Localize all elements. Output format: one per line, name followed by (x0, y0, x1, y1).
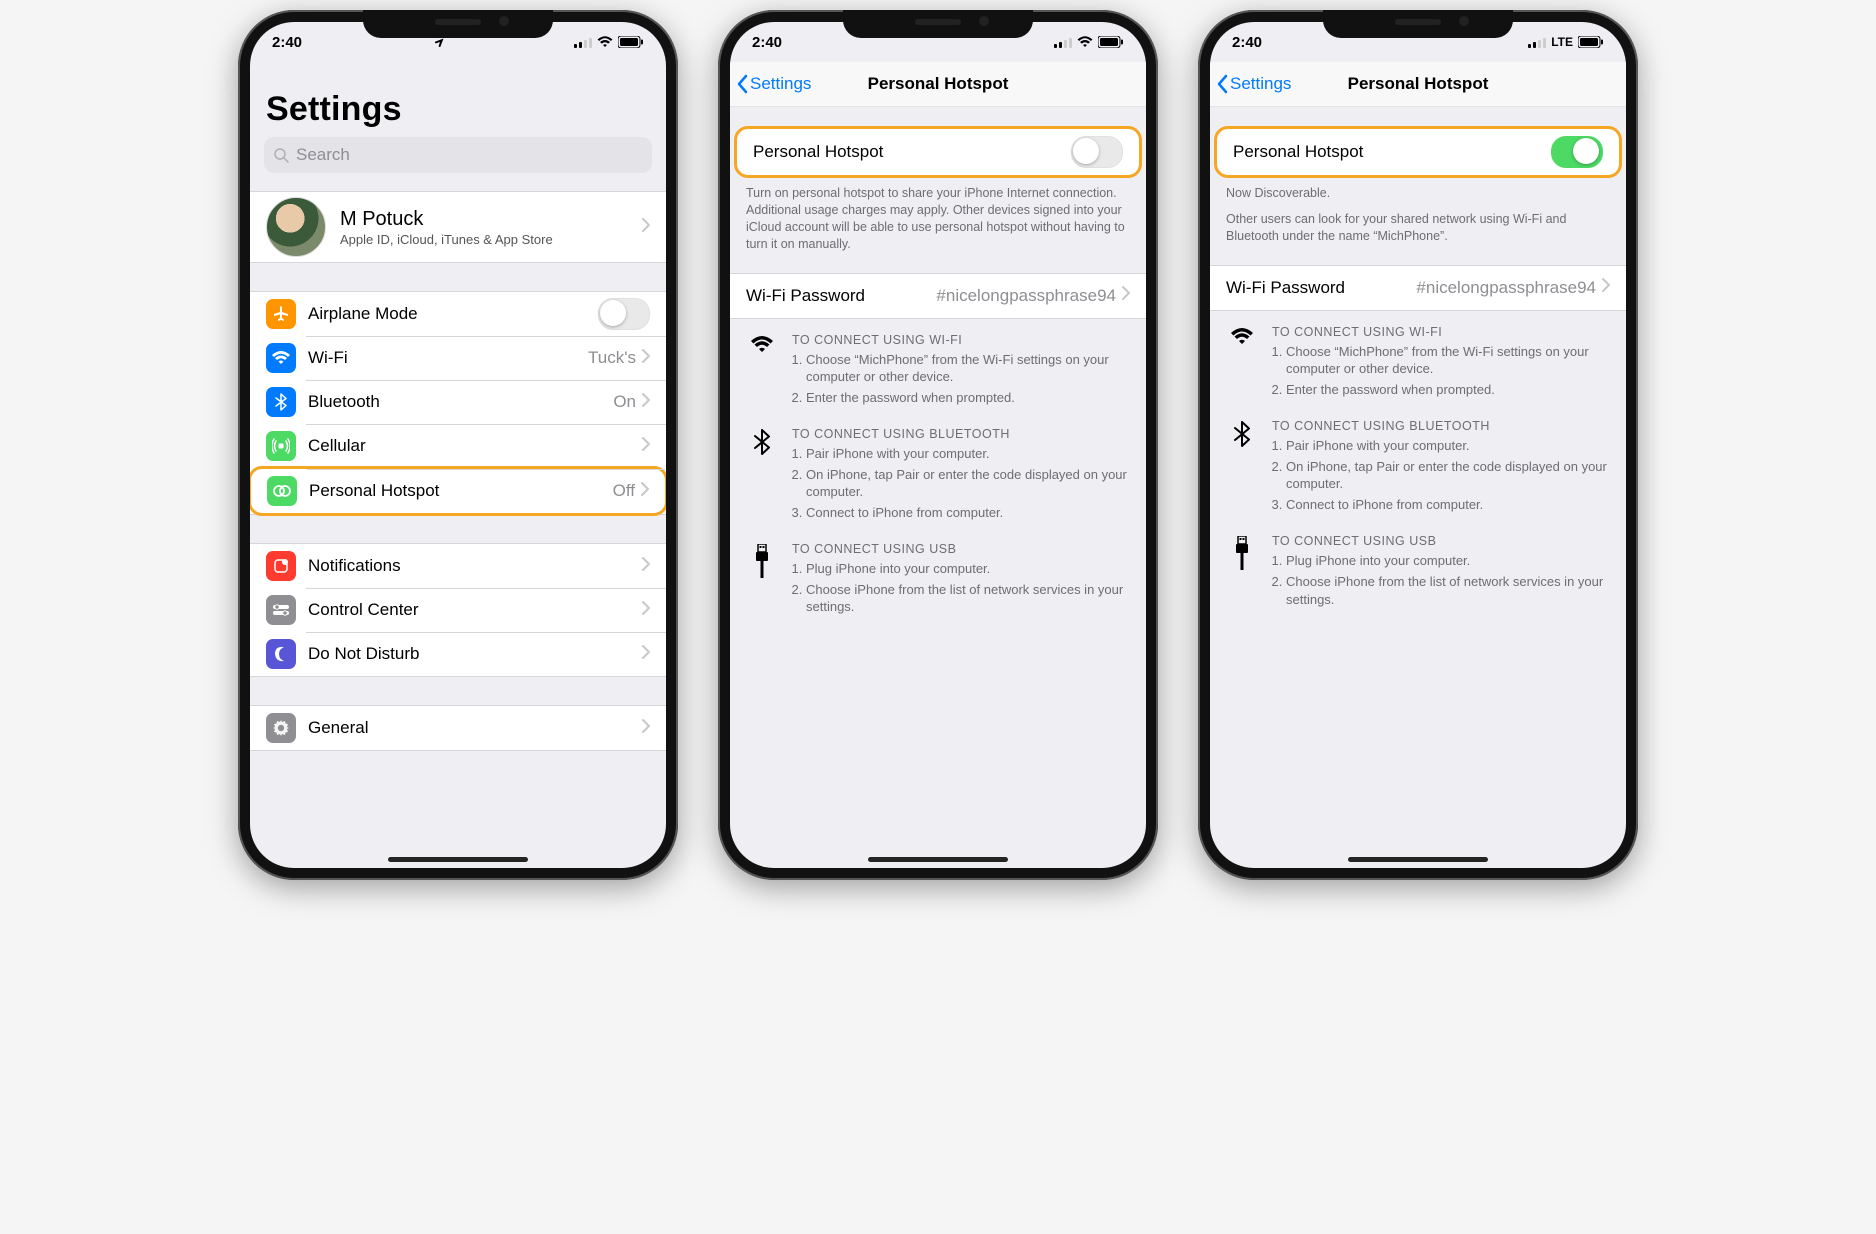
notifications-icon (266, 551, 296, 581)
row-general[interactable]: General (250, 706, 666, 750)
home-indicator[interactable] (868, 857, 1008, 862)
home-indicator[interactable] (388, 857, 528, 862)
airplane-toggle[interactable] (598, 298, 650, 330)
bluetooth-icon (266, 387, 296, 417)
wifi-password-row[interactable]: Wi-Fi Password #nicelongpassphrase94 (730, 274, 1146, 318)
chevron-right-icon (641, 482, 649, 501)
status-time: 2:40 (1232, 34, 1262, 51)
bluetooth-icon (1226, 419, 1258, 516)
chevron-right-icon (642, 349, 650, 368)
row-cellular[interactable]: Cellular (250, 424, 666, 468)
notch (363, 10, 553, 38)
row-dnd[interactable]: Do Not Disturb (250, 632, 666, 676)
usb-icon (746, 542, 778, 619)
wifi-steps: Choose “MichPhone” from the Wi-Fi settin… (792, 351, 1130, 407)
row-bluetooth[interactable]: Bluetooth On (250, 380, 666, 424)
profile-row[interactable]: M Potuck Apple ID, iCloud, iTunes & App … (250, 192, 666, 262)
phone-hotspot-on: 2:40 LTE Settings Personal Hotspot Perso… (1198, 10, 1638, 880)
chevron-right-icon (642, 645, 650, 664)
discover-sub: Other users can look for your shared net… (1210, 209, 1626, 245)
row-wifi[interactable]: Wi-Fi Tuck's (250, 336, 666, 380)
instruction-bluetooth: TO CONNECT USING BLUETOOTH Pair iPhone w… (1210, 405, 1626, 520)
chevron-right-icon (642, 719, 650, 738)
bt-steps: Pair iPhone with your computer.On iPhone… (1272, 437, 1610, 513)
battery-icon (1578, 36, 1604, 48)
battery-icon (1098, 36, 1124, 48)
search-placeholder: Search (296, 145, 350, 165)
chevron-right-icon (642, 557, 650, 576)
profile-name: M Potuck (340, 208, 642, 231)
usb-steps: Plug iPhone into your computer.Choose iP… (792, 560, 1130, 616)
page-title: Settings (250, 62, 666, 133)
chevron-left-icon (1216, 74, 1228, 94)
discover-title: Now Discoverable. (1210, 178, 1626, 209)
hotspot-toggle[interactable] (1071, 136, 1123, 168)
hotspot-toggle[interactable] (1551, 136, 1603, 168)
status-time: 2:40 (272, 34, 302, 51)
bt-steps: Pair iPhone with your computer.On iPhone… (792, 445, 1130, 521)
wifi-icon (266, 343, 296, 373)
chevron-left-icon (736, 74, 748, 94)
status-time: 2:40 (752, 34, 782, 51)
airplane-icon (266, 299, 296, 329)
moon-icon (266, 639, 296, 669)
chevron-right-icon (642, 218, 650, 237)
chevron-right-icon (1602, 278, 1610, 297)
row-control-center[interactable]: Control Center (250, 588, 666, 632)
hotspot-toggle-row[interactable]: Personal Hotspot (737, 129, 1139, 175)
signal-icon (574, 37, 592, 48)
signal-icon (1528, 37, 1546, 48)
nav-bar: Settings Personal Hotspot (1210, 62, 1626, 107)
row-notifications[interactable]: Notifications (250, 544, 666, 588)
hotspot-footer: Turn on personal hotspot to share your i… (730, 178, 1146, 253)
chevron-right-icon (642, 601, 650, 620)
wifi-icon (1077, 36, 1093, 48)
instruction-usb: TO CONNECT USING USB Plug iPhone into yo… (1210, 520, 1626, 615)
hotspot-toggle-row[interactable]: Personal Hotspot (1217, 129, 1619, 175)
instruction-bluetooth: TO CONNECT USING BLUETOOTH Pair iPhone w… (730, 413, 1146, 528)
instruction-usb: TO CONNECT USING USB Plug iPhone into yo… (730, 528, 1146, 623)
chevron-right-icon (1122, 286, 1130, 305)
back-button[interactable]: Settings (1210, 74, 1291, 94)
control-center-icon (266, 595, 296, 625)
phone-hotspot-off: 2:40 Settings Personal Hotspot Personal … (718, 10, 1158, 880)
instruction-wifi: TO CONNECT USING WI-FI Choose “MichPhone… (730, 319, 1146, 414)
home-indicator[interactable] (1348, 857, 1488, 862)
back-button[interactable]: Settings (730, 74, 811, 94)
usb-steps: Plug iPhone into your computer.Choose iP… (1272, 552, 1610, 608)
nav-bar: Settings Personal Hotspot (730, 62, 1146, 107)
wifi-icon (1226, 325, 1258, 402)
notch (1323, 10, 1513, 38)
profile-sub: Apple ID, iCloud, iTunes & App Store (340, 232, 642, 247)
search-input[interactable]: Search (264, 137, 652, 173)
chevron-right-icon (642, 393, 650, 412)
wifi-icon (597, 36, 613, 48)
battery-icon (618, 36, 644, 48)
bluetooth-icon (746, 427, 778, 524)
row-hotspot[interactable]: Personal Hotspot Off (250, 466, 666, 516)
gear-icon (266, 713, 296, 743)
cellular-icon (266, 431, 296, 461)
wifi-icon (746, 333, 778, 410)
usb-icon (1226, 534, 1258, 611)
phone-settings: 2:40 Settings Search M Potuck Apple ID, … (238, 10, 678, 880)
chevron-right-icon (642, 437, 650, 456)
instruction-wifi: TO CONNECT USING WI-FI Choose “MichPhone… (1210, 311, 1626, 406)
avatar-icon (266, 197, 326, 257)
network-lte: LTE (1551, 35, 1573, 49)
notch (843, 10, 1033, 38)
hotspot-icon (267, 476, 297, 506)
signal-icon (1054, 37, 1072, 48)
wifi-password-row[interactable]: Wi-Fi Password #nicelongpassphrase94 (1210, 266, 1626, 310)
row-airplane[interactable]: Airplane Mode (250, 292, 666, 336)
wifi-steps: Choose “MichPhone” from the Wi-Fi settin… (1272, 343, 1610, 399)
